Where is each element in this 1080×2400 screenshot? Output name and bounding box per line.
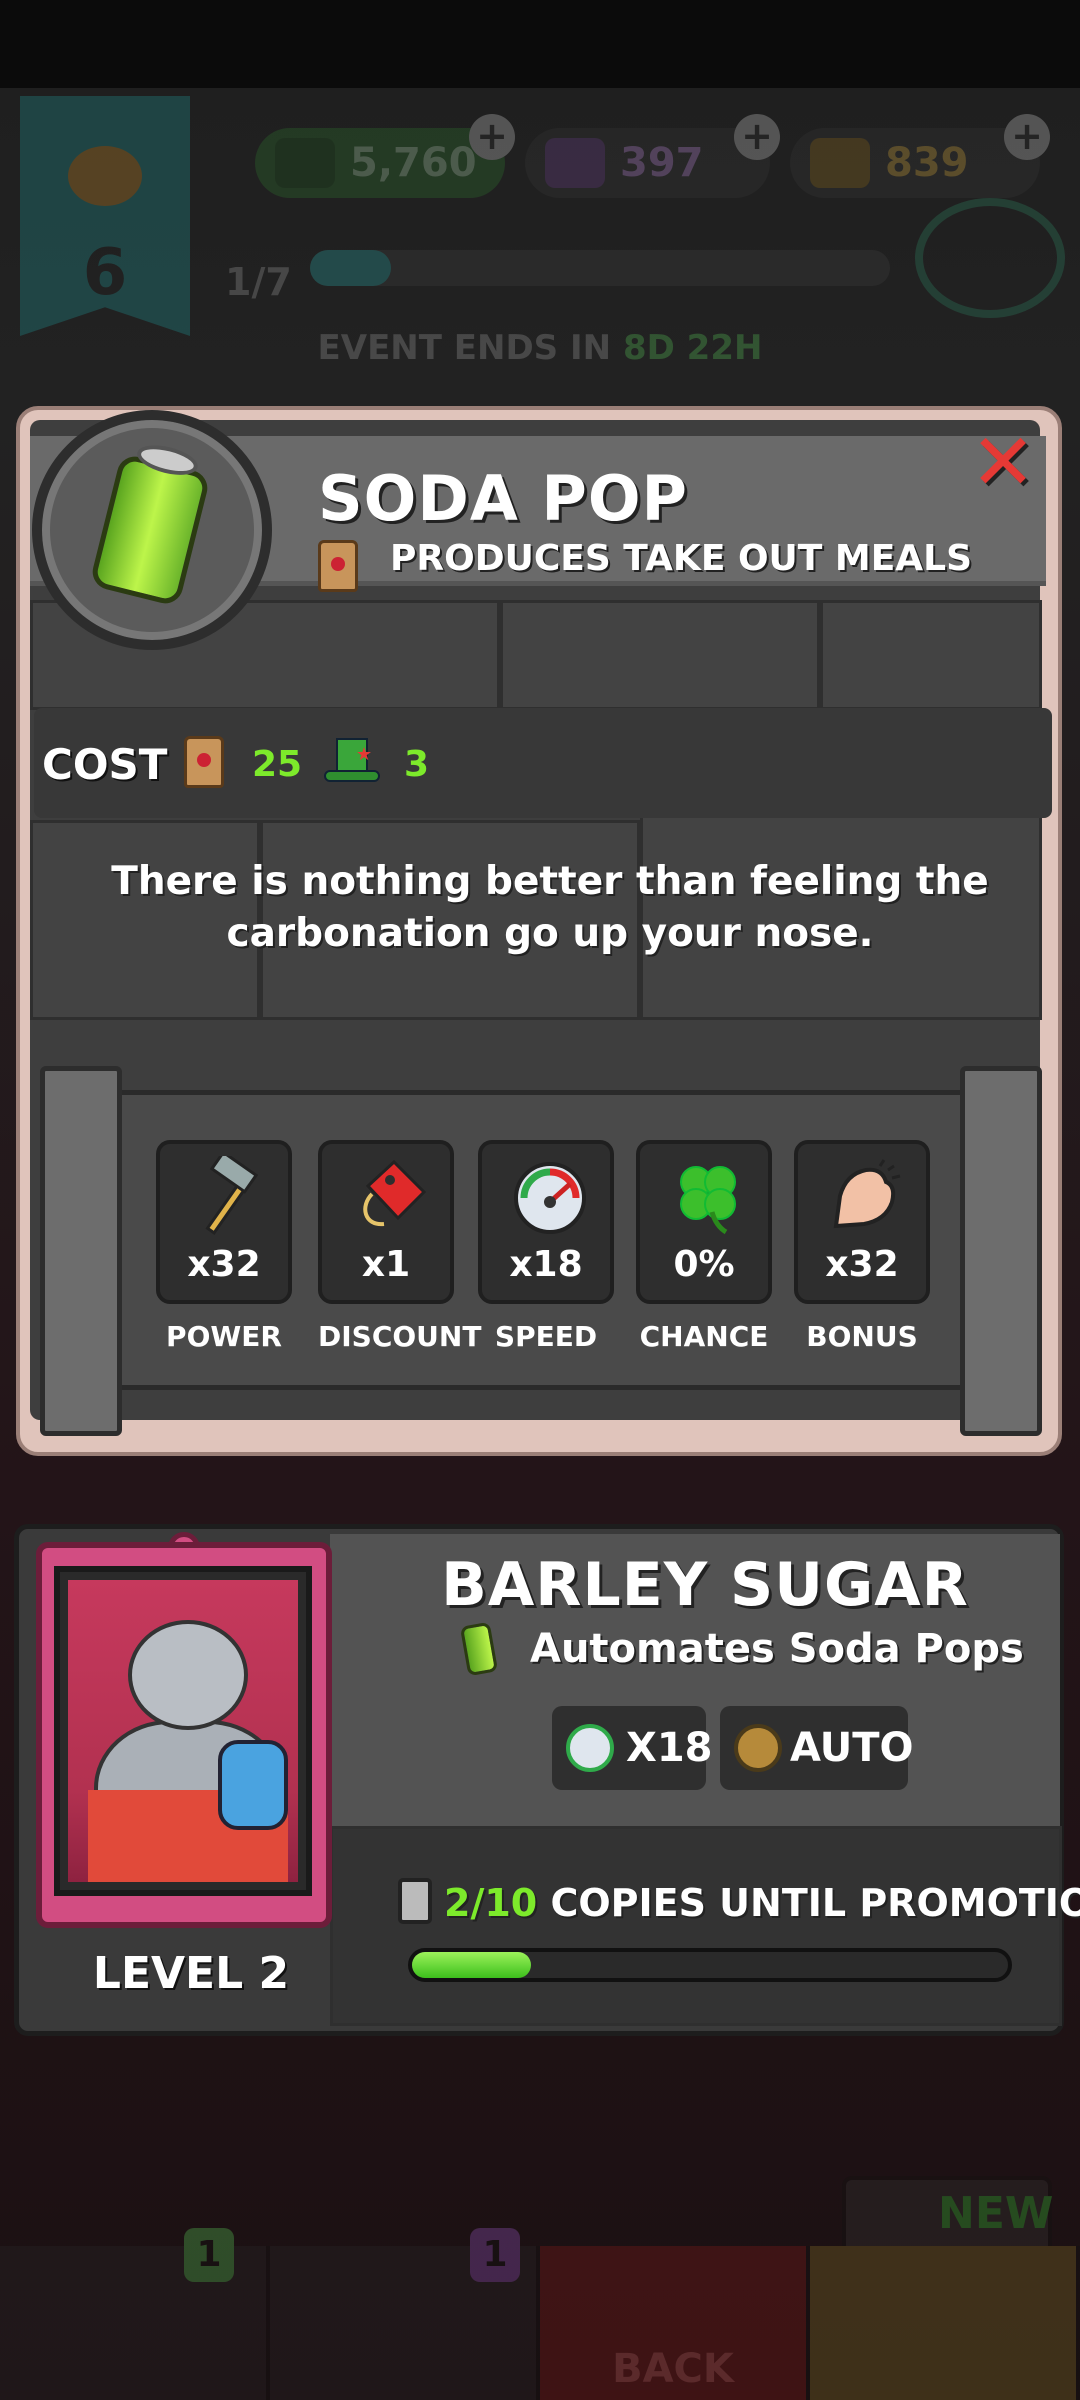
star-icon: ★ (356, 744, 373, 765)
promotion-progress-fill (412, 1952, 532, 1978)
nav-badge: 1 (470, 2228, 520, 2282)
add-gold-button: + (1004, 114, 1050, 160)
speedometer-icon (566, 1724, 614, 1772)
stat-box: x32 (794, 1140, 930, 1304)
stat-value: x1 (361, 1244, 411, 1285)
item-description: There is nothing better than feeling the… (111, 859, 989, 956)
new-label: NEW (938, 2188, 1054, 2239)
stat-box: 0% (636, 1140, 772, 1304)
frame-post-right (960, 1066, 1042, 1436)
auto-chip: AUTO (720, 1706, 914, 1790)
trophy-icon (915, 198, 1065, 318)
level-banner-number: 6 (82, 236, 128, 310)
event-progress-bar (310, 250, 890, 286)
stat-box: x1 (318, 1140, 454, 1304)
copies-text: COPIES UNTIL PROMOTION (550, 1881, 1080, 1925)
event-progress-text: 1/7 (225, 260, 292, 304)
cost-hats-value: 3 (404, 744, 430, 785)
stat-box: x18 (478, 1140, 614, 1304)
close-button[interactable]: ✕ (968, 424, 1038, 502)
glove-icon (218, 1740, 288, 1830)
stat-label: SPEED (494, 1320, 598, 1353)
take-out-bag-icon (318, 540, 358, 592)
promotion-text: 2/10 COPIES UNTIL PROMOTION (398, 1878, 1080, 1925)
take-out-bag-icon (184, 736, 224, 788)
cash-value: 5,760 (350, 140, 477, 186)
add-potion-button: + (734, 114, 780, 160)
speed-chip-value: X18 (626, 1725, 713, 1771)
character-footer (330, 1826, 1062, 2026)
gold-value: 839 (885, 140, 969, 186)
promotion-progress-bar (408, 1948, 1012, 1982)
dimmed-hud: 6 5,760 + 397 + 839 + 1/7 EVENT ENDS IN … (0, 88, 1080, 408)
candy-icon (68, 146, 142, 206)
auto-chip-label: AUTO (790, 1725, 914, 1771)
speedometer-icon (514, 1162, 586, 1234)
soda-can-icon (32, 410, 272, 650)
stat-chance: 0% CHANCE (636, 1140, 772, 1353)
green-hat-icon: ★ (324, 738, 380, 782)
cost-label: COST (42, 740, 168, 789)
stat-value: x32 (187, 1244, 261, 1285)
wall-plate (820, 600, 1042, 710)
nav-back: BACK (540, 2246, 810, 2400)
character-name: BARLEY SUGAR (441, 1550, 969, 1620)
card-icon (398, 1878, 432, 1924)
level-banner: 6 (20, 96, 190, 336)
item-title: SODA POP (318, 462, 688, 535)
stat-label: DISCOUNT (318, 1320, 482, 1353)
stat-label: CHANCE (639, 1320, 769, 1353)
stat-box: x32 (156, 1140, 292, 1304)
can-lid (134, 440, 201, 481)
nav-cards: 1 (270, 2228, 540, 2400)
status-bar (0, 0, 1080, 88)
soda-can-graphic (88, 440, 212, 608)
event-progress-fill (310, 250, 392, 286)
stat-value: 0% (673, 1244, 735, 1285)
nav-badge: 1 (184, 2228, 234, 2282)
potion-icon (545, 138, 605, 188)
new-tag: NEW (842, 2176, 1054, 2256)
character-art (68, 1580, 298, 1882)
wall-plate (500, 600, 820, 710)
potion-value: 397 (620, 140, 704, 186)
bear-head (128, 1620, 248, 1730)
price-tag-icon (363, 1159, 427, 1227)
dimmed-bottom-nav: NEW 1 1 BACK (0, 2150, 1080, 2400)
hat-crown: ★ (336, 738, 372, 772)
speed-chip: X18 (552, 1706, 713, 1790)
back-label: BACK (612, 2346, 734, 2392)
stat-value: x32 (825, 1244, 899, 1285)
cash-counter: 5,760 + (255, 114, 515, 198)
copies-count: 2/10 (444, 1881, 538, 1925)
stat-label: POWER (166, 1320, 282, 1353)
event-timer: EVENT ENDS IN 8D 22H (0, 328, 1080, 368)
frame-post-left (40, 1066, 122, 1436)
potion-counter: 397 + (525, 114, 780, 198)
nav-flag: 1 (0, 2228, 270, 2400)
stat-speed: x18 SPEED (478, 1140, 614, 1353)
gold-bar-icon (810, 138, 870, 188)
event-timer-label: EVENT ENDS IN (317, 328, 612, 368)
nav-chest (810, 2246, 1080, 2400)
stat-value: x18 (509, 1244, 583, 1285)
item-produces: PRODUCES TAKE OUT MEALS (390, 538, 973, 579)
green-hat-icon (275, 138, 335, 188)
event-timer-value: 8D 22H (622, 328, 763, 368)
stat-discount: x1 DISCOUNT (318, 1140, 482, 1353)
stat-bonus: x32 BONUS (794, 1140, 930, 1353)
stat-label: BONUS (806, 1320, 918, 1353)
character-portrait[interactable] (54, 1566, 312, 1896)
character-automates: Automates Soda Pops (530, 1626, 1024, 1672)
cost-bags-value: 25 (252, 744, 303, 785)
gold-counter: 839 + (790, 114, 1050, 198)
hammer-icon (205, 1156, 259, 1235)
hat-brim (324, 770, 380, 782)
character-level: LEVEL 2 (92, 1948, 290, 1999)
stat-power: x32 POWER (156, 1140, 292, 1353)
gear-icon (734, 1724, 782, 1772)
muscle-arm-icon (833, 1159, 901, 1229)
add-cash-button: + (469, 114, 515, 160)
clover-icon (680, 1166, 736, 1235)
